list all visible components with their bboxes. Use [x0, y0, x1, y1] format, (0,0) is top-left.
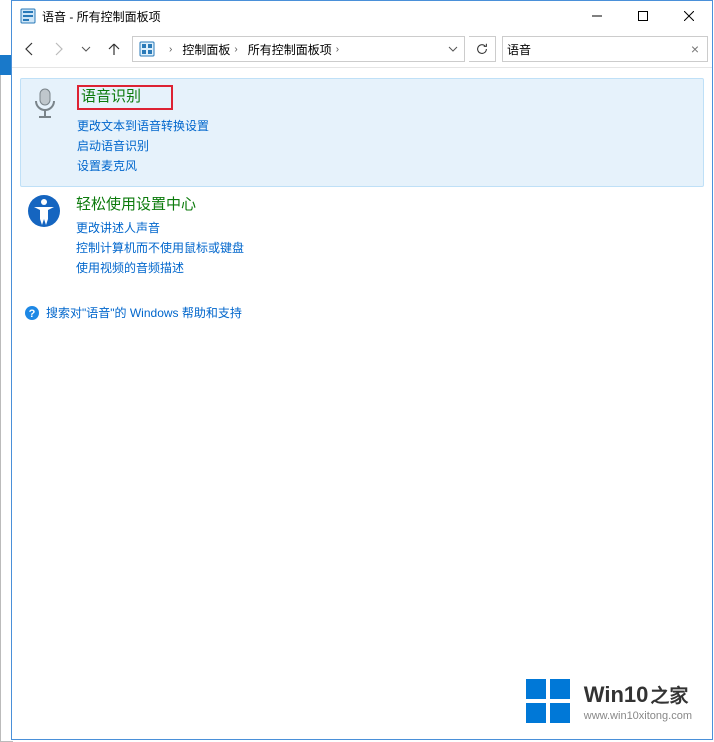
task-link[interactable]: 设置麦克风: [77, 156, 697, 176]
refresh-button[interactable]: [469, 36, 496, 62]
breadcrumb-label: 所有控制面板项: [248, 41, 332, 58]
close-button[interactable]: [666, 1, 712, 31]
search-result[interactable]: 轻松使用设置中心更改讲述人声音控制计算机而不使用鼠标或键盘使用视频的音频描述: [20, 187, 704, 288]
recent-locations-button[interactable]: [72, 35, 100, 63]
result-title-text: 语音识别: [77, 85, 173, 110]
search-box[interactable]: ×: [502, 36, 708, 62]
clear-search-button[interactable]: ×: [687, 41, 703, 57]
chevron-right-icon: ›: [230, 44, 241, 55]
windows-logo-icon: [524, 677, 572, 725]
maximize-button[interactable]: [620, 1, 666, 31]
address-bar[interactable]: › 控制面板 › 所有控制面板项 ›: [132, 36, 465, 62]
chevron-right-icon: ›: [332, 44, 343, 55]
forward-button[interactable]: [44, 35, 72, 63]
app-icon: [20, 8, 36, 24]
breadcrumb-root-chevron[interactable]: ›: [161, 37, 178, 61]
watermark-brand-en: Win10: [584, 682, 649, 708]
ease-of-access-icon: [26, 193, 62, 229]
breadcrumb-label: 控制面板: [182, 41, 230, 58]
breadcrumb-item[interactable]: 所有控制面板项 ›: [244, 37, 345, 61]
task-link[interactable]: 使用视频的音频描述: [76, 258, 698, 278]
watermark-brand-zh: 之家: [650, 681, 688, 708]
help-icon: ?: [24, 305, 40, 321]
help-link[interactable]: ? 搜索对"语音"的 Windows 帮助和支持: [20, 304, 704, 321]
window-title: 语音 - 所有控制面板项: [42, 8, 161, 25]
help-link-text: 搜索对"语音"的 Windows 帮助和支持: [46, 304, 242, 321]
task-link[interactable]: 更改讲述人声音: [76, 218, 698, 238]
back-button[interactable]: [16, 35, 44, 63]
result-title[interactable]: 轻松使用设置中心: [76, 193, 698, 214]
watermark-url: www.win10xitong.com: [584, 710, 692, 722]
content-area: 语音识别更改文本到语音转换设置启动语音识别设置麦克风轻松使用设置中心更改讲述人声…: [12, 68, 712, 739]
search-input[interactable]: [507, 39, 687, 59]
titlebar: 语音 - 所有控制面板项: [12, 1, 712, 31]
task-link[interactable]: 控制计算机而不使用鼠标或键盘: [76, 238, 698, 258]
breadcrumb-item[interactable]: 控制面板 ›: [178, 37, 243, 61]
result-title[interactable]: 语音识别: [77, 85, 697, 112]
control-panel-window: 语音 - 所有控制面板项 ›: [11, 0, 713, 740]
microphone-icon: [27, 85, 63, 121]
search-result[interactable]: 语音识别更改文本到语音转换设置启动语音识别设置麦克风: [20, 78, 704, 187]
watermark: Win10之家 www.win10xitong.com: [524, 677, 692, 725]
address-dropdown-button[interactable]: [444, 37, 462, 61]
navbar: › 控制面板 › 所有控制面板项 › ×: [12, 31, 712, 68]
task-link[interactable]: 更改文本到语音转换设置: [77, 116, 697, 136]
task-link[interactable]: 启动语音识别: [77, 136, 697, 156]
minimize-button[interactable]: [574, 1, 620, 31]
up-button[interactable]: [100, 35, 128, 63]
control-panel-icon: [139, 41, 155, 57]
svg-text:?: ?: [29, 308, 36, 320]
